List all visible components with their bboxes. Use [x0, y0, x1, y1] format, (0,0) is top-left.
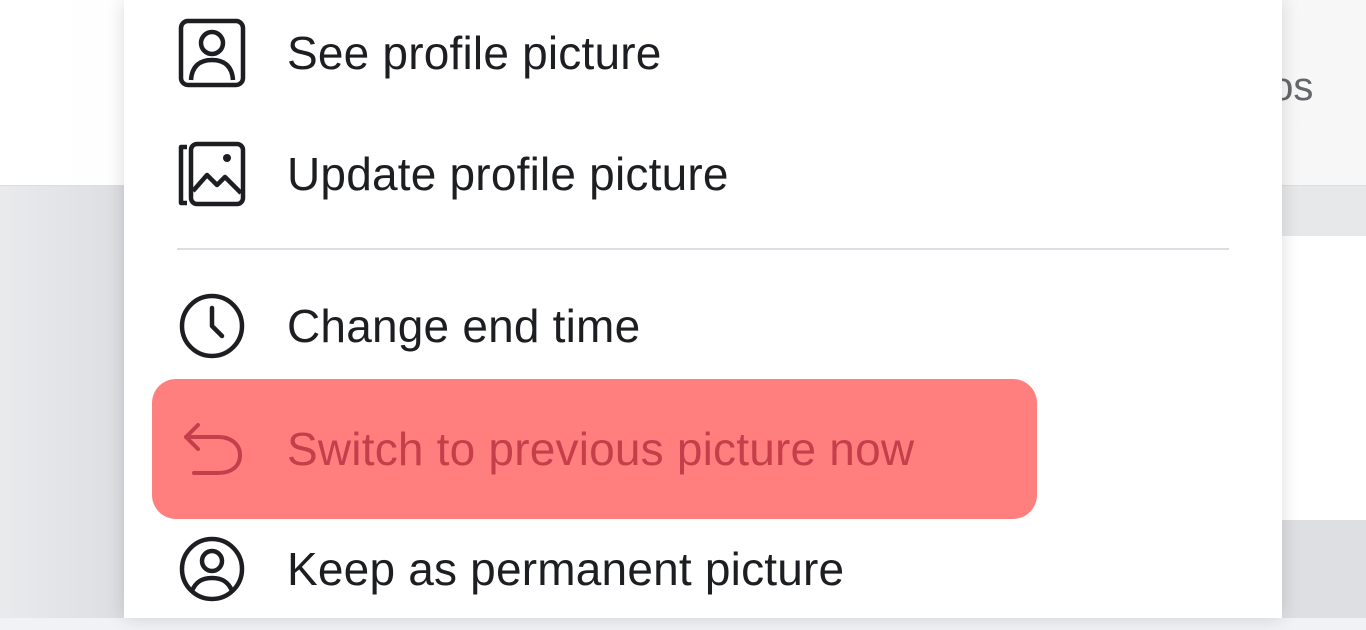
- menu-item-label: Keep as permanent picture: [287, 543, 845, 595]
- menu-item-label: See profile picture: [287, 27, 662, 79]
- profile-picture-menu: See profile picture Update profile pictu…: [124, 0, 1282, 618]
- update-profile-picture-item[interactable]: Update profile picture: [152, 113, 1037, 235]
- menu-item-label: Change end time: [287, 300, 641, 352]
- page-right-strip: [1282, 186, 1366, 236]
- user-portrait-icon: [174, 15, 250, 91]
- menu-item-label: Update profile picture: [287, 148, 729, 200]
- undo-arrow-icon: [174, 411, 250, 487]
- clock-icon: [174, 288, 250, 364]
- page-right-bottom: [1282, 520, 1366, 618]
- change-end-time-item[interactable]: Change end time: [152, 265, 1037, 387]
- page-right-card: [1282, 236, 1366, 520]
- see-profile-picture-item[interactable]: See profile picture: [152, 0, 1037, 114]
- switch-to-previous-picture-item[interactable]: Switch to previous picture now: [152, 379, 1037, 519]
- menu-item-label: Switch to previous picture now: [287, 423, 915, 475]
- menu-divider: [177, 248, 1229, 250]
- image-frame-icon: [174, 136, 250, 212]
- page-content-background: [0, 186, 125, 618]
- obscured-tab-label[interactable]: tos: [1282, 62, 1362, 112]
- user-circle-icon: [174, 531, 250, 607]
- keep-as-permanent-picture-item[interactable]: Keep as permanent picture: [152, 508, 1037, 630]
